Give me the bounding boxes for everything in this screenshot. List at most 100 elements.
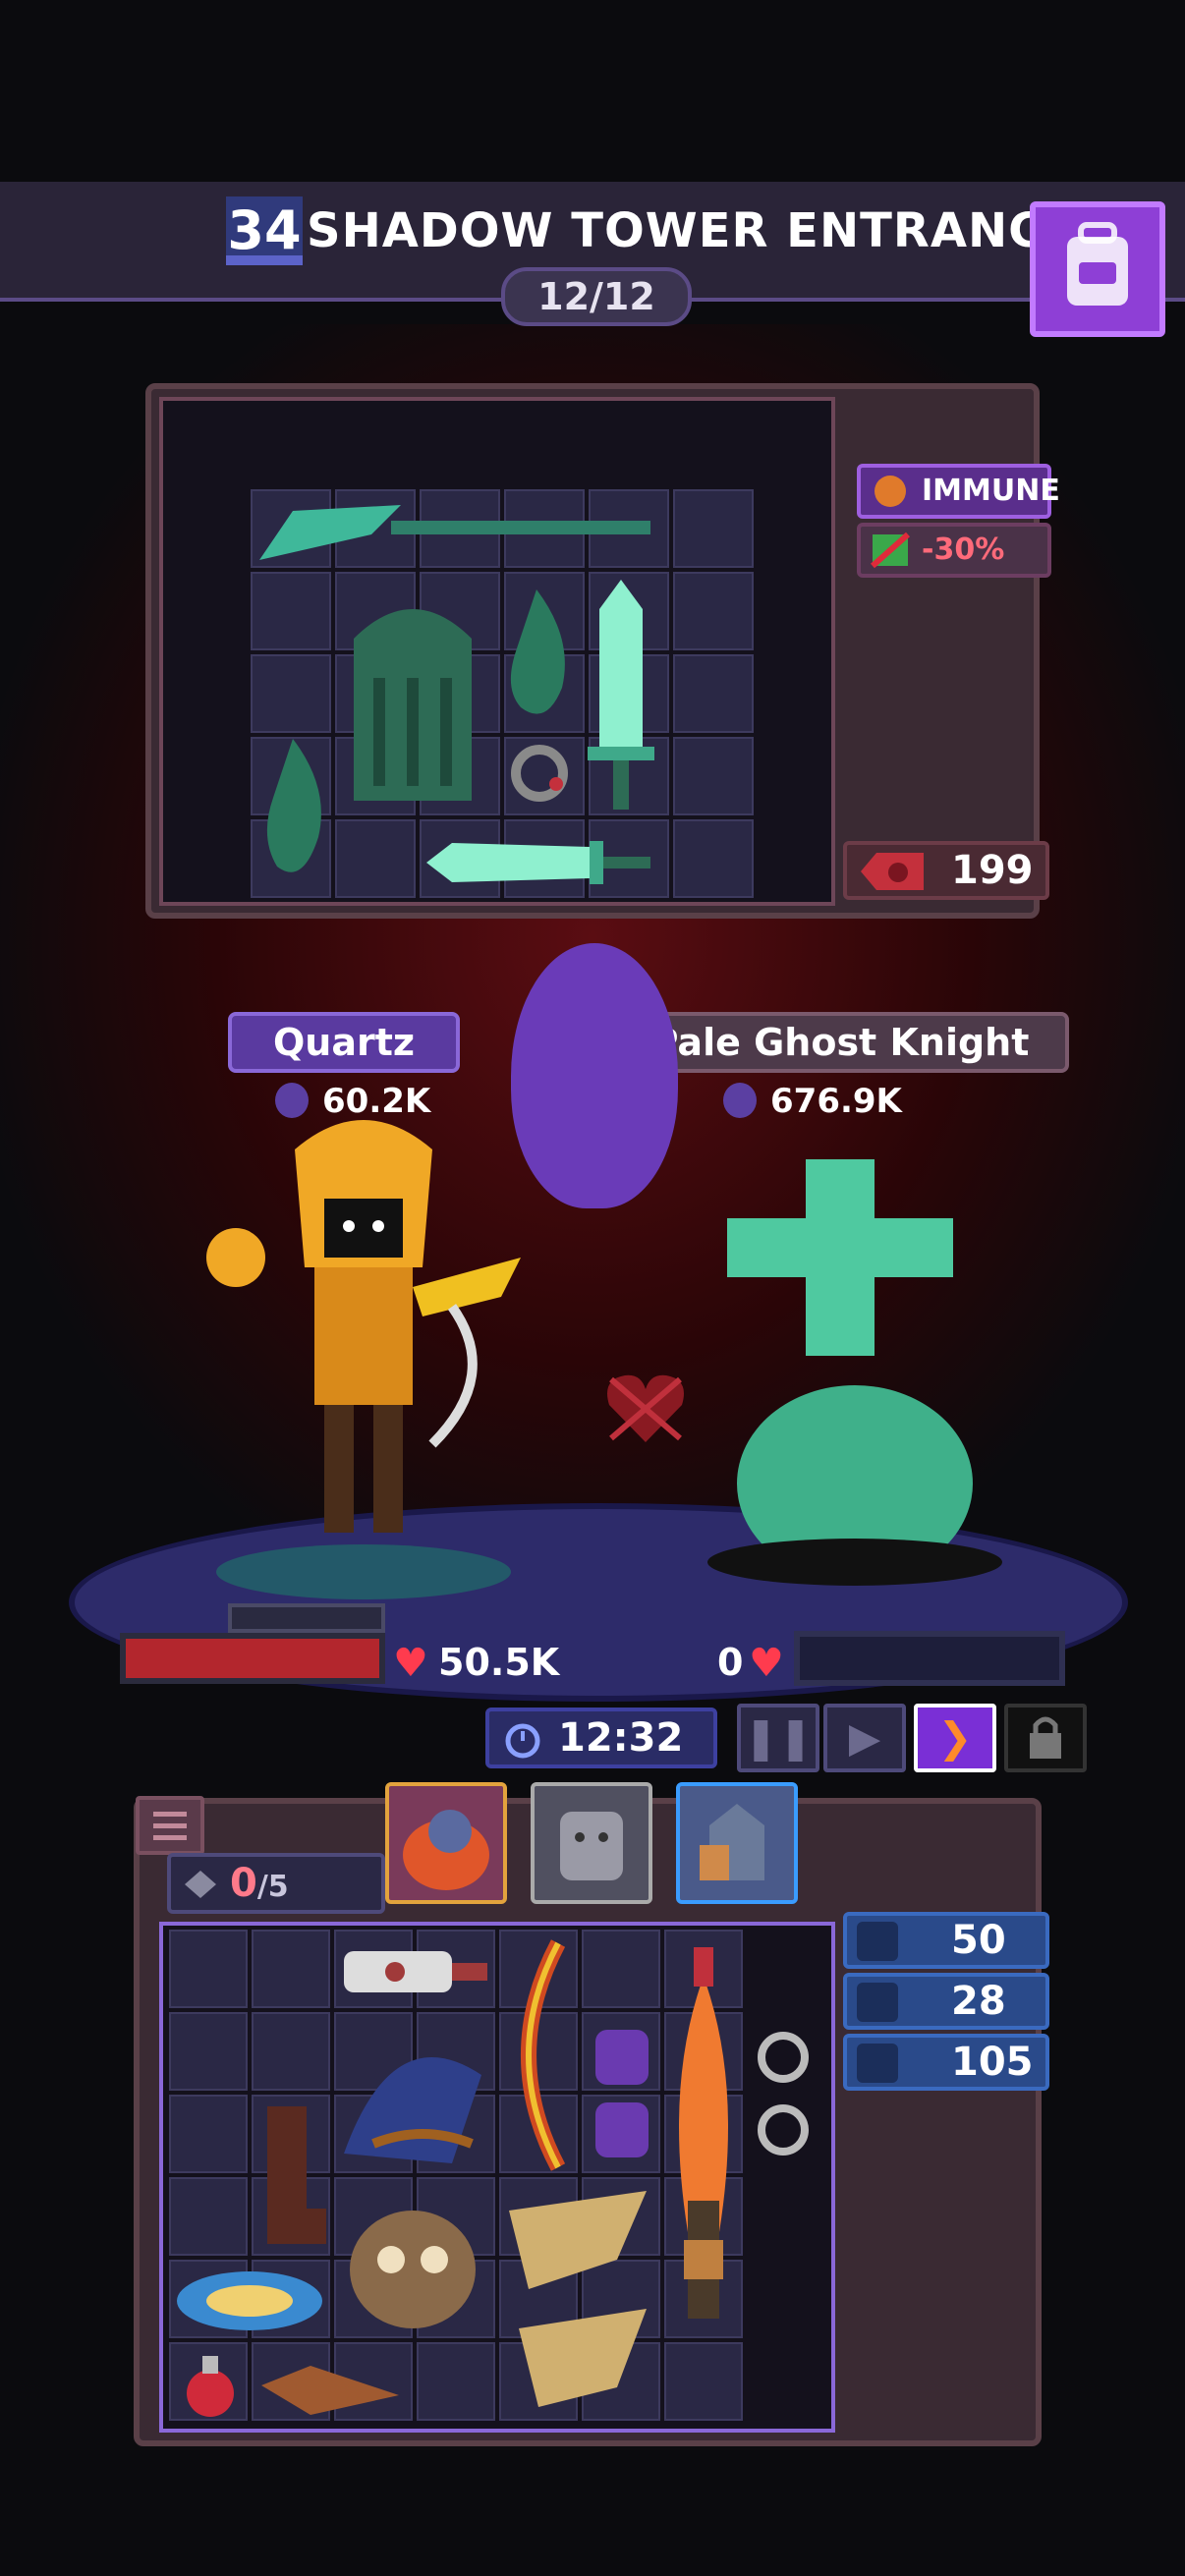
bag-cell[interactable]: [417, 2342, 495, 2421]
enemy-name: Pale Ghost Knight: [611, 1012, 1069, 1073]
bag-cell[interactable]: [252, 1930, 330, 2008]
pause-button[interactable]: ❚❚: [737, 1704, 819, 1772]
bag-cell[interactable]: [169, 2095, 248, 2173]
owl-icon: [350, 2211, 476, 2328]
boot-speed-icon: [857, 2044, 898, 2083]
enemy-gold-counter: 199: [843, 841, 1049, 900]
bird-icon: [261, 2366, 399, 2415]
bag-cell[interactable]: [169, 1930, 248, 2008]
bag-cell: [673, 654, 754, 733]
bag-cell: [251, 654, 331, 733]
shield-gear-icon: [857, 1983, 898, 2022]
enemy-flame-item[interactable]: [497, 580, 576, 727]
broken-heart-icon: [601, 1370, 690, 1448]
golem-pet-icon: [560, 1812, 623, 1880]
play-button[interactable]: ▶: [823, 1704, 906, 1772]
backpack-button[interactable]: [1030, 201, 1165, 337]
potion-icon: [187, 2356, 234, 2417]
enemy-power: 676.9K: [723, 1079, 967, 1124]
clock-icon: [505, 1723, 540, 1759]
bag-cell: [673, 737, 754, 815]
backpack-icon: [1067, 222, 1128, 306]
knight-pet-icon: [700, 1804, 764, 1880]
player-owl-item[interactable]: [334, 2181, 491, 2338]
broken-heart-icon-svg: [607, 1374, 684, 1442]
enemy-power-value: 676.9K: [770, 1082, 902, 1121]
demon-pot-icon: [861, 853, 924, 890]
player-health-bar: [120, 1633, 385, 1684]
player-ring-item[interactable]: [747, 2020, 819, 2167]
bag-cell[interactable]: [582, 1930, 660, 2008]
enemy-character: [688, 1159, 1012, 1592]
bag-cell[interactable]: [169, 2012, 248, 2091]
relic-slots: 0/5: [167, 1853, 385, 1914]
bag-cell: [335, 819, 416, 898]
stat-defense: 28: [843, 1973, 1049, 2030]
immune-label: IMMUNE: [922, 474, 1060, 508]
enemy-helmet-item[interactable]: [334, 580, 491, 806]
player-potion-item[interactable]: [171, 2346, 250, 2425]
ring-icon: [511, 745, 568, 802]
lock-button[interactable]: [1004, 1704, 1087, 1772]
sword-power-icon: [723, 1083, 757, 1118]
player-bird-item[interactable]: [252, 2346, 409, 2425]
diamond-icon: [185, 1871, 216, 1898]
pet-slot-knight[interactable]: [676, 1782, 798, 1904]
player-cloud-item[interactable]: [171, 2264, 328, 2338]
heart-icon: ♥: [749, 1641, 784, 1686]
bag-cell[interactable]: [252, 2012, 330, 2091]
gravestone-sprite: [707, 1159, 1002, 1586]
rose-icon: [875, 476, 906, 507]
ring-icon: [758, 2032, 809, 2156]
list-icon: [153, 1812, 187, 1840]
helmet-icon: [354, 609, 472, 801]
scythe-icon: [259, 505, 650, 560]
player-character: [177, 1110, 550, 1601]
slots-used: 0: [230, 1861, 257, 1906]
sword-icon: [588, 580, 654, 810]
pause-icon: ❚❚: [743, 1713, 814, 1762]
bag-cell[interactable]: [664, 2342, 743, 2421]
wizard-hat-icon: [344, 2057, 481, 2163]
stat-defense-value: 28: [951, 1979, 1006, 2024]
chevron-right-icon: ❯: [937, 1713, 973, 1762]
ghost-flame-icon: [266, 739, 321, 872]
player-lantern-item[interactable]: [664, 2181, 743, 2338]
dragon-pet-icon: [403, 1810, 489, 1890]
enemy-ring-item[interactable]: [505, 739, 574, 808]
player-bow-item[interactable]: [499, 1937, 580, 2173]
bag-cell[interactable]: [169, 2177, 248, 2256]
bag-cell: [251, 572, 331, 650]
stat-cards: 50: [843, 1912, 1049, 1969]
player-bottle-item[interactable]: [334, 1937, 491, 2006]
stat-cards-value: 50: [951, 1918, 1006, 1963]
dagger-icon: [426, 841, 650, 884]
enemy-dagger-item[interactable]: [423, 833, 654, 892]
player-name: Quartz: [228, 1012, 460, 1073]
bow-icon: [521, 1939, 566, 2171]
battle-timer: 12:32: [485, 1708, 717, 1768]
card-deck-icon: [857, 1922, 898, 1961]
enemy-sword-item[interactable]: [582, 580, 660, 815]
player-wing-item[interactable]: [499, 2181, 656, 2417]
fast-forward-button[interactable]: ❯: [914, 1704, 996, 1772]
cloud-icon: [177, 2271, 322, 2330]
player-hat-item[interactable]: [334, 2016, 491, 2173]
player-hp: ♥ 50.5K: [393, 1639, 559, 1686]
bag-menu-button[interactable]: [136, 1796, 204, 1855]
player-purple-gem-item[interactable]: [586, 2020, 658, 2167]
pet-slot-golem[interactable]: [531, 1782, 652, 1904]
enemy-flame-item-2[interactable]: [254, 739, 332, 886]
enemy-scythe-item[interactable]: [254, 491, 656, 566]
immune-status: IMMUNE: [857, 464, 1060, 519]
debuff-icon: [871, 532, 910, 569]
heart-icon: ♥: [393, 1641, 428, 1686]
wing-icon: [509, 2191, 647, 2407]
ghost-flame-icon: [510, 589, 565, 714]
stat-speed-value: 105: [951, 2040, 1034, 2085]
timer-value: 12:32: [558, 1715, 684, 1761]
archer-sprite: [206, 1120, 521, 1599]
pet-slot-dragon[interactable]: [385, 1782, 507, 1904]
slots-max: /5: [256, 1870, 289, 1904]
player-boot-item[interactable]: [252, 2100, 330, 2248]
